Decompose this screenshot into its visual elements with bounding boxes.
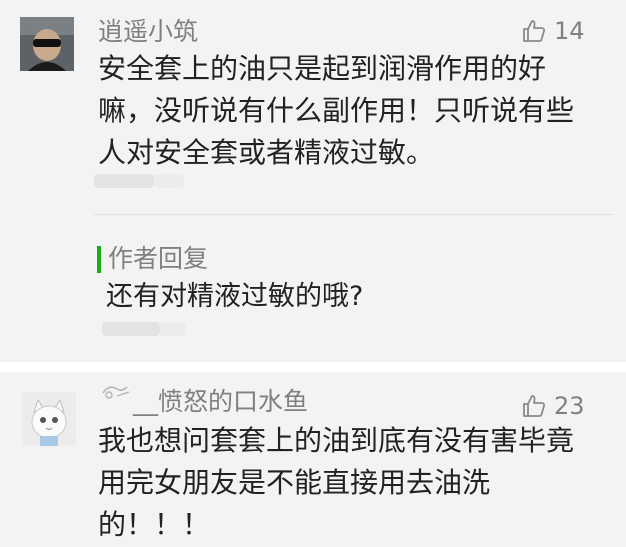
- comment-line: 我也想问套套上的油到底有没有害毕竟: [98, 424, 575, 457]
- comment-card: __愤怒的口水鱼 23 我也想问套套上的油到底有没有害毕竟 用完女朋友是不能直接…: [0, 372, 626, 547]
- reply-accent-bar: [97, 246, 101, 273]
- comment-line: 的！！！: [98, 508, 211, 541]
- comment-card: 逍遥小筑 14 安全套上的油只是起到润滑作用的好 嘛，没听说有什么副作用！只听说…: [0, 0, 626, 362]
- avatar-image: [22, 392, 76, 446]
- comment-body: 安全套上的油只是起到润滑作用的好 嘛，没听说有什么副作用！只听说有些 人对安全套…: [98, 48, 575, 174]
- divider: [94, 214, 614, 215]
- like-button[interactable]: 14: [506, 16, 626, 46]
- avatar[interactable]: [20, 17, 74, 71]
- comment-separator: [0, 362, 626, 372]
- nickname-badge-icon: [102, 386, 130, 399]
- blurred-meta: [154, 174, 184, 188]
- comment-line: 用完女朋友是不能直接用去油洗: [98, 466, 491, 499]
- comment-line: 安全套上的油只是起到润滑作用的好: [98, 52, 547, 85]
- author-reply-label: 作者回复: [108, 244, 209, 273]
- comment-author[interactable]: 逍遥小筑: [98, 17, 198, 47]
- thumbs-up-icon: [523, 20, 546, 42]
- avatar[interactable]: [22, 392, 76, 446]
- author-reply-text: 还有对精液过敏的哦?: [106, 281, 364, 312]
- blurred-meta: [94, 174, 154, 188]
- comment-body: 我也想问套套上的油到底有没有害毕竟 用完女朋友是不能直接用去油洗 的！！！: [98, 420, 575, 546]
- comment-author[interactable]: __愤怒的口水鱼: [133, 387, 308, 417]
- avatar-image: [20, 17, 74, 71]
- comment-line: 人对安全套或者精液过敏。: [98, 136, 435, 169]
- like-count: 23: [554, 392, 585, 420]
- thumbs-up-icon: [523, 395, 546, 417]
- blurred-meta: [102, 322, 160, 336]
- blurred-meta: [160, 322, 186, 336]
- like-button[interactable]: 23: [506, 391, 626, 421]
- comment-line: 嘛，没听说有什么副作用！只听说有些: [98, 94, 575, 127]
- like-count: 14: [554, 17, 585, 45]
